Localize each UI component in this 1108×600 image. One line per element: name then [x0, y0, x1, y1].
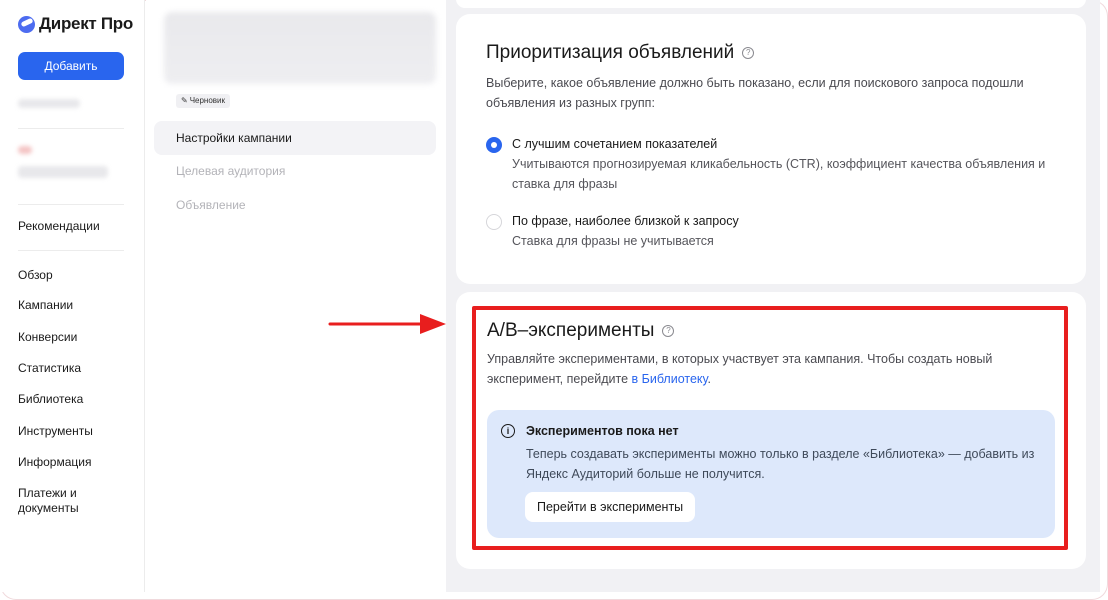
- app-logo-text: Директ Про: [39, 14, 133, 33]
- prioritization-description: Выберите, какое объявление должно быть п…: [486, 76, 1024, 110]
- pencil-icon: ✎: [181, 96, 188, 105]
- previous-card-bottom: [456, 0, 1086, 8]
- balance-chip-blurred: [18, 146, 32, 154]
- nav-item-recommendations[interactable]: Рекомендации: [18, 219, 100, 234]
- nav-item-statistics[interactable]: Статистика: [18, 361, 81, 376]
- nav-item-library[interactable]: Библиотека: [18, 392, 83, 407]
- nav-item-information[interactable]: Информация: [18, 455, 91, 470]
- nav-item-overview[interactable]: Обзор: [18, 268, 53, 283]
- prioritization-title-text: Приоритизация объявлений: [486, 42, 735, 63]
- nav-divider: [18, 250, 124, 251]
- step-campaign-settings[interactable]: Настройки кампании: [154, 121, 436, 155]
- radio-checked-icon[interactable]: [486, 137, 502, 153]
- draft-badge-label: Черновик: [189, 96, 226, 105]
- nav-item-conversions[interactable]: Конверсии: [18, 330, 77, 345]
- ab-description-text: Управляйте экспериментами, в которых уча…: [487, 352, 993, 386]
- nav-item-campaigns[interactable]: Кампании: [18, 298, 73, 313]
- prioritization-title: Приоритизация объявлений ?: [486, 42, 755, 64]
- radio-label: По фразе, наиболее близкой к запросу: [512, 214, 739, 228]
- ab-title: A/B–эксперименты ?: [487, 320, 675, 342]
- left-sidebar: Директ Про Добавить Рекомендации Обзор К…: [0, 0, 145, 592]
- go-to-experiments-button[interactable]: Перейти в эксперименты: [525, 492, 696, 522]
- no-experiments-notice: i Экспериментов пока нет Теперь создават…: [487, 410, 1055, 538]
- app-logo[interactable]: Директ Про: [18, 14, 133, 34]
- ab-description-period: .: [707, 372, 712, 386]
- balance-value-blurred: [18, 166, 108, 178]
- help-icon[interactable]: ?: [742, 47, 755, 59]
- draft-badge: ✎ Черновик: [176, 94, 231, 108]
- nav-divider: [18, 204, 124, 205]
- settings-content: Приоритизация объявлений ? Выберите, как…: [446, 0, 1100, 592]
- campaign-steps-panel: ✎ Черновик Настройки кампании Целевая ау…: [146, 0, 446, 592]
- help-icon[interactable]: ?: [662, 325, 675, 337]
- step-ad[interactable]: Объявление: [154, 188, 436, 222]
- radio-sublabel: Ставка для фразы не учитывается: [512, 234, 714, 248]
- ab-experiments-card: A/B–эксперименты ? Управляйте эксперимен…: [456, 292, 1086, 569]
- step-target-audience[interactable]: Целевая аудитория: [154, 154, 436, 188]
- radio-closest-phrase[interactable]: По фразе, наиболее близкой к запросу Ста…: [486, 212, 739, 251]
- nav-divider: [18, 128, 124, 129]
- library-link[interactable]: в Библиотеку: [632, 372, 708, 386]
- prioritization-card: Приоритизация объявлений ? Выберите, как…: [456, 14, 1086, 284]
- campaign-header-blurred: [164, 12, 436, 84]
- nav-item-payments[interactable]: Платежи и документы: [18, 486, 118, 516]
- direct-logo-icon: [18, 15, 35, 33]
- radio-best-combination[interactable]: С лучшим сочетанием показателей Учитываю…: [486, 135, 1052, 194]
- red-arrow-icon: [328, 314, 446, 334]
- radio-sublabel: Учитываются прогнозируемая кликабельност…: [512, 157, 1046, 191]
- ab-description: Управляйте экспериментами, в которых уча…: [487, 349, 1047, 389]
- ab-title-text: A/B–эксперименты: [487, 320, 655, 341]
- notice-title: Экспериментов пока нет: [526, 424, 679, 438]
- radio-unchecked-icon[interactable]: [486, 214, 502, 230]
- notice-text: Теперь создавать эксперименты можно толь…: [526, 447, 1035, 481]
- info-icon: i: [501, 424, 515, 438]
- add-button[interactable]: Добавить: [18, 52, 124, 80]
- nav-item-tools[interactable]: Инструменты: [18, 424, 93, 439]
- radio-label: С лучшим сочетанием показателей: [512, 137, 718, 151]
- account-chip-blurred: [18, 99, 80, 108]
